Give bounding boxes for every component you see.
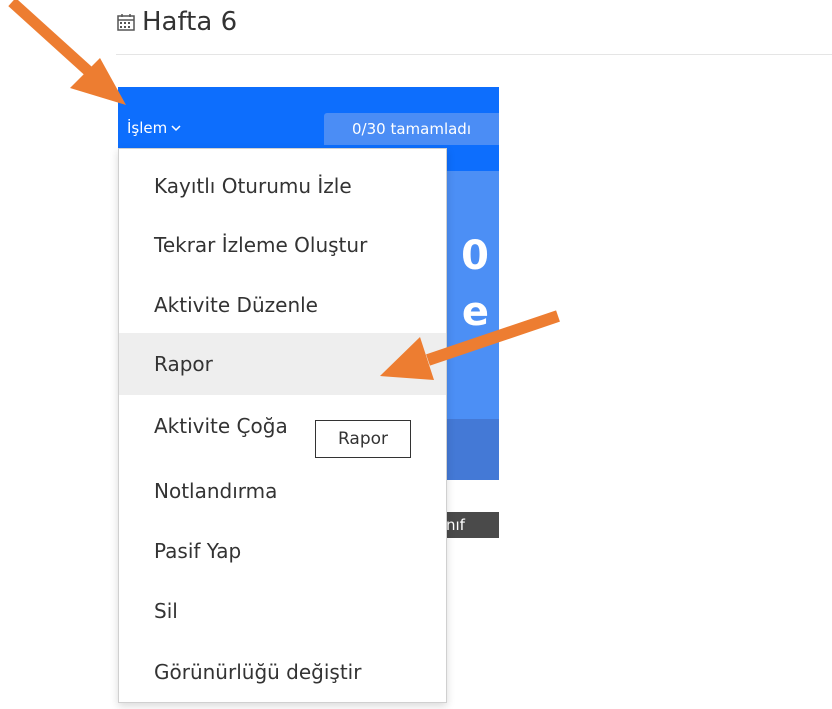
- annotation-arrow-top-left: [8, 0, 126, 105]
- annotation-arrow-right: [380, 310, 560, 380]
- annotation-arrows: [8, 0, 560, 380]
